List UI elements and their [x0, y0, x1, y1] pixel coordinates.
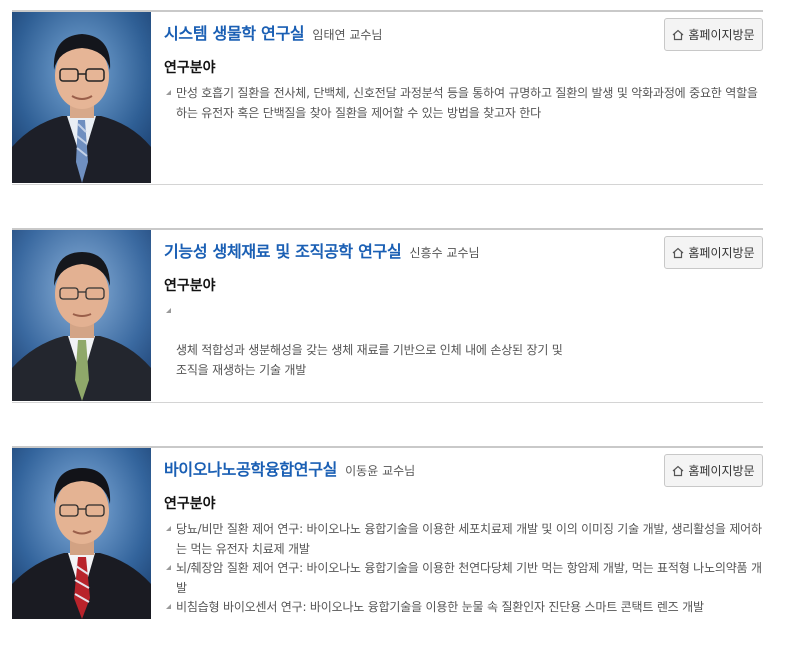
home-icon — [672, 29, 684, 40]
professor-name: 신흥수 교수님 — [409, 246, 480, 260]
research-item-text: 만성 호흡기 질환을 전사체, 단백체, 신호전달 과정분석 등을 통하여 규명… — [176, 86, 758, 120]
research-field-heading: 연구분야 — [164, 60, 216, 76]
professor-photo — [12, 12, 151, 183]
arrow-bullet-icon — [166, 604, 171, 609]
homepage-visit-button[interactable]: 홈페이지방문 — [664, 18, 763, 51]
lab-name[interactable]: 기능성 생체재료 및 조직공학 연구실 — [164, 242, 402, 261]
homepage-visit-button[interactable]: 홈페이지방문 — [664, 236, 763, 269]
research-item-text: 당뇨/비만 질환 제어 연구: 바이오나노 융합기술을 이용한 세포치료제 개발… — [176, 522, 762, 556]
research-field-list: 만성 호흡기 질환을 전사체, 단백체, 신호전달 과정분석 등을 통하여 규명… — [164, 84, 762, 123]
lab-name[interactable]: 바이오나노공학융합연구실 — [164, 460, 337, 479]
professor-photo — [12, 448, 151, 619]
research-item: 생체 적합성과 생분해성을 갖는 생체 재료를 기반으로 인체 내에 손상된 장… — [164, 302, 762, 380]
arrow-bullet-icon — [166, 565, 171, 570]
research-field-list: 생체 적합성과 생분해성을 갖는 생체 재료를 기반으로 인체 내에 손상된 장… — [164, 302, 762, 380]
lab-name[interactable]: 시스템 생물학 연구실 — [164, 24, 305, 43]
research-item-text: 뇌/췌장암 질환 제어 연구: 바이오나노 융합기술을 이용한 천연다당체 기반… — [176, 561, 762, 595]
home-icon — [672, 465, 684, 476]
professor-name: 이동윤 교수님 — [345, 464, 416, 478]
research-item-text: 비침습형 바이오센서 연구: 바이오나노 융합기술을 이용한 눈물 속 질환인자… — [176, 600, 704, 614]
homepage-visit-button[interactable]: 홈페이지방문 — [664, 454, 763, 487]
homepage-visit-label: 홈페이지방문 — [688, 246, 755, 260]
research-item: 비침습형 바이오센서 연구: 바이오나노 융합기술을 이용한 눈물 속 질환인자… — [164, 598, 762, 618]
lab-card-1: 시스템 생물학 연구실 임태연 교수님 연구분야 만성 호흡기 질환을 전사체,… — [12, 10, 763, 185]
research-field-heading: 연구분야 — [164, 278, 216, 294]
research-field-list: 당뇨/비만 질환 제어 연구: 바이오나노 융합기술을 이용한 세포치료제 개발… — [164, 520, 762, 618]
research-item: 만성 호흡기 질환을 전사체, 단백체, 신호전달 과정분석 등을 통하여 규명… — [164, 84, 762, 123]
arrow-bullet-icon — [166, 90, 171, 95]
lab-card-2: 기능성 생체재료 및 조직공학 연구실 신흥수 교수님 연구분야 생체 적합성과… — [12, 228, 763, 403]
homepage-visit-label: 홈페이지방문 — [688, 28, 755, 42]
research-item: 당뇨/비만 질환 제어 연구: 바이오나노 융합기술을 이용한 세포치료제 개발… — [164, 520, 762, 559]
home-icon — [672, 247, 684, 258]
lab-card-3: 바이오나노공학융합연구실 이동윤 교수님 연구분야 당뇨/비만 질환 제어 연구… — [12, 446, 763, 649]
arrow-bullet-icon — [166, 526, 171, 531]
professor-photo — [12, 230, 151, 401]
professor-name: 임태연 교수님 — [312, 28, 383, 42]
arrow-bullet-icon — [166, 308, 171, 313]
homepage-visit-label: 홈페이지방문 — [688, 464, 755, 478]
research-item-text: 생체 적합성과 생분해성을 갖는 생체 재료를 기반으로 인체 내에 손상된 장… — [176, 343, 563, 377]
research-field-heading: 연구분야 — [164, 496, 216, 512]
research-item: 뇌/췌장암 질환 제어 연구: 바이오나노 융합기술을 이용한 천연다당체 기반… — [164, 559, 762, 598]
